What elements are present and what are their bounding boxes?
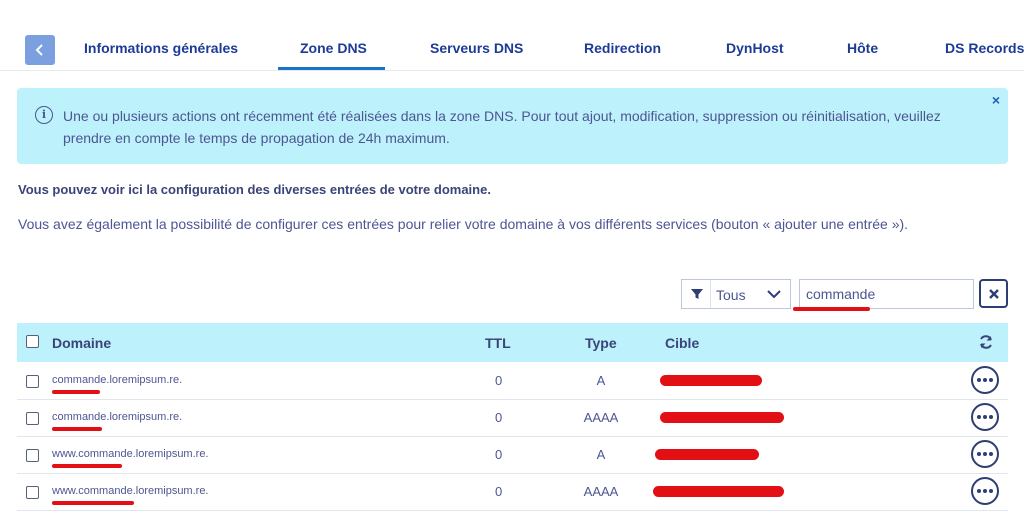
redaction-underline xyxy=(52,427,102,431)
row-type: AAAA xyxy=(583,410,619,425)
row-ttl: 0 xyxy=(495,410,503,425)
tab-host[interactable]: Hôte xyxy=(847,40,878,56)
target-redaction xyxy=(660,412,784,423)
info-icon: i xyxy=(35,106,53,124)
filter-selected-value: Tous xyxy=(716,287,746,303)
more-icon-dot xyxy=(989,489,993,493)
row-actions-button[interactable] xyxy=(971,440,999,468)
row-type: A xyxy=(596,447,606,462)
more-icon-dot xyxy=(989,378,993,382)
back-button[interactable] xyxy=(25,35,55,65)
tab-dynhost[interactable]: DynHost xyxy=(726,40,784,56)
more-icon-dot xyxy=(983,489,987,493)
row-domain: commande.loremipsum.re. xyxy=(52,374,183,386)
more-icon-dot xyxy=(983,415,987,419)
more-icon-dot xyxy=(989,415,993,419)
target-redaction xyxy=(653,486,784,497)
chevron-down-icon xyxy=(767,290,781,299)
row-ttl: 0 xyxy=(495,484,503,499)
column-header-type[interactable]: Type xyxy=(585,335,617,351)
tab-dns-zone[interactable]: Zone DNS xyxy=(300,40,367,56)
redaction-underline xyxy=(52,501,134,505)
more-icon-dot xyxy=(977,452,981,456)
clear-search-button[interactable] xyxy=(979,279,1008,308)
column-header-target[interactable]: Cible xyxy=(665,335,699,351)
table-row: commande.loremipsum.re. 0 A xyxy=(17,362,1008,400)
close-icon xyxy=(988,288,999,299)
row-domain: commande.loremipsum.re. xyxy=(52,411,183,423)
type-filter-select[interactable]: Tous xyxy=(681,279,791,309)
tab-dns-servers[interactable]: Serveurs DNS xyxy=(430,40,523,56)
row-type: A xyxy=(596,373,606,388)
active-tab-indicator xyxy=(278,67,385,70)
tab-general-info[interactable]: Informations générales xyxy=(84,40,238,56)
target-redaction xyxy=(655,449,759,460)
table-header: Domaine TTL Type Cible xyxy=(17,323,1008,362)
redaction-underline xyxy=(52,464,122,468)
search-input[interactable] xyxy=(799,279,974,309)
intro-heading: Vous pouvez voir ici la configuration de… xyxy=(18,182,491,197)
column-header-domain[interactable]: Domaine xyxy=(52,335,111,351)
more-icon-dot xyxy=(977,415,981,419)
chevron-left-icon xyxy=(35,44,43,56)
select-all-checkbox[interactable] xyxy=(26,335,39,348)
close-icon[interactable]: × xyxy=(992,92,1000,108)
row-ttl: 0 xyxy=(495,373,503,388)
table-row: www.commande.loremipsum.re. 0 A xyxy=(17,436,1008,474)
search-highlight-mark xyxy=(793,307,870,311)
tab-ds-records[interactable]: DS Records xyxy=(945,40,1024,56)
target-redaction xyxy=(660,375,762,386)
row-checkbox[interactable] xyxy=(26,375,39,388)
row-checkbox[interactable] xyxy=(26,486,39,499)
row-domain: www.commande.loremipsum.re. xyxy=(52,448,209,460)
refresh-icon[interactable] xyxy=(978,334,994,350)
table-row: commande.loremipsum.re. 0 AAAA xyxy=(17,399,1008,437)
filter-icon xyxy=(691,289,703,299)
column-header-ttl[interactable]: TTL xyxy=(485,335,511,351)
row-actions-button[interactable] xyxy=(971,403,999,431)
table-row: www.commande.loremipsum.re. 0 AAAA xyxy=(17,473,1008,511)
row-ttl: 0 xyxy=(495,447,503,462)
more-icon-dot xyxy=(989,452,993,456)
redaction-underline xyxy=(52,390,100,394)
intro-description: Vous avez également la possibilité de co… xyxy=(18,216,909,232)
row-actions-button[interactable] xyxy=(971,366,999,394)
tab-redirection[interactable]: Redirection xyxy=(584,40,661,56)
more-icon-dot xyxy=(983,452,987,456)
more-icon-dot xyxy=(983,378,987,382)
row-checkbox[interactable] xyxy=(26,449,39,462)
row-actions-button[interactable] xyxy=(971,477,999,505)
row-domain: www.commande.loremipsum.re. xyxy=(52,485,209,497)
dns-zone-page: Informations générales Zone DNS Serveurs… xyxy=(0,0,1024,530)
tab-bar: Informations générales Zone DNS Serveurs… xyxy=(0,25,1024,71)
filter-divider xyxy=(710,280,711,308)
more-icon-dot xyxy=(977,378,981,382)
more-icon-dot xyxy=(977,489,981,493)
banner-message: Une ou plusieurs actions ont récemment é… xyxy=(63,108,941,146)
row-type: AAAA xyxy=(583,484,619,499)
info-banner: i Une ou plusieurs actions ont récemment… xyxy=(17,88,1008,164)
row-checkbox[interactable] xyxy=(26,412,39,425)
